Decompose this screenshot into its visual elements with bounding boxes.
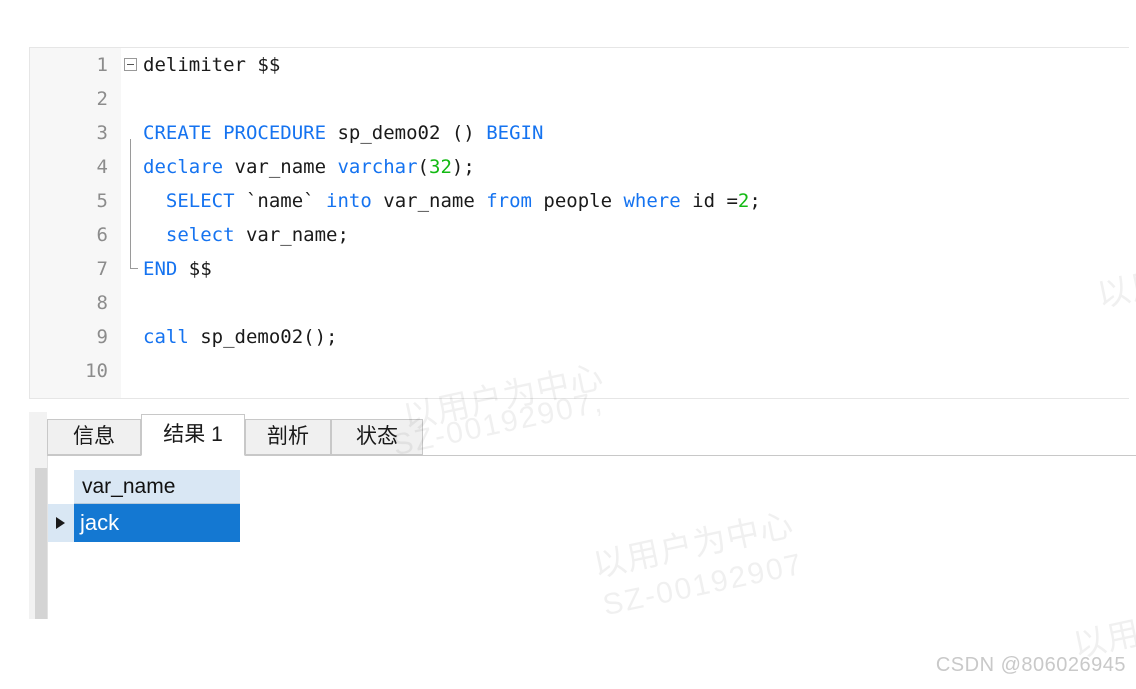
sql-editor-pane[interactable]: 1 delimiter $$ 2 3 CREATE PROCEDURE sp_demo0…	[29, 47, 1129, 399]
result-grid[interactable]: var_name jack	[47, 456, 1136, 619]
code-line[interactable]: 8	[30, 286, 1129, 320]
code-line[interactable]: 9 call sp_demo02();	[30, 320, 1129, 354]
code-token: people	[543, 190, 624, 212]
code-token: varchar	[337, 156, 418, 178]
code-token: from	[486, 190, 544, 212]
code-line[interactable]: 2	[30, 82, 1129, 116]
csdn-watermark: CSDN @806026945	[935, 654, 1126, 676]
current-row-arrow-icon	[56, 517, 65, 529]
code-token: 2	[737, 190, 750, 212]
result-tab-bar[interactable]: 信息 结果 1 剖析 状态	[47, 412, 1136, 456]
row-header-cell[interactable]	[48, 504, 74, 542]
code-token: ;	[749, 190, 761, 212]
code-line[interactable]: 5 SELECT `name` into var_name from peopl…	[30, 184, 1129, 218]
code-token: delimiter $$	[143, 54, 281, 76]
result-tab-1[interactable]: 结果 1	[141, 414, 245, 456]
code-token: select	[165, 224, 246, 246]
line-number: 9	[96, 326, 108, 348]
code-token: $$	[177, 258, 212, 280]
line-number: 10	[85, 360, 108, 382]
code-line[interactable]: 1 delimiter $$	[30, 48, 1129, 82]
code-token: SELECT	[165, 190, 246, 212]
line-number: 4	[96, 156, 108, 178]
code-token: (	[417, 156, 429, 178]
code-token: `name`	[245, 190, 327, 212]
line-number: 8	[96, 292, 108, 314]
code-token: declare	[143, 156, 235, 178]
code-line-text: call sp_demo02();	[143, 320, 337, 354]
code-token: var_name;	[245, 224, 349, 246]
panel-left-scroll-rail[interactable]	[35, 468, 47, 619]
fold-bracket-foot	[130, 268, 138, 269]
line-number: 7	[96, 258, 108, 280]
code-token: sp_demo02 ()	[337, 122, 487, 144]
code-line[interactable]: 6 select var_name;	[30, 218, 1129, 252]
code-token: call	[143, 326, 201, 348]
code-token: END	[143, 258, 178, 280]
line-number: 2	[96, 88, 108, 110]
line-number: 6	[96, 224, 108, 246]
code-token: CREATE PROCEDURE	[143, 122, 338, 144]
line-number: 1	[96, 54, 108, 76]
code-line[interactable]: 3 CREATE PROCEDURE sp_demo02 () BEGIN	[30, 116, 1129, 150]
fold-collapse-icon[interactable]	[124, 58, 137, 71]
result-tab-3[interactable]: 状态	[331, 419, 423, 455]
code-token: id =	[692, 190, 738, 212]
code-line[interactable]: 4 declare var_name varchar(32);	[30, 150, 1129, 184]
code-token: into	[326, 190, 384, 212]
column-header-var-name[interactable]: var_name	[82, 472, 175, 502]
code-token: sp_demo02();	[200, 326, 338, 348]
code-token: );	[451, 156, 475, 178]
result-panel: 信息 结果 1 剖析 状态 var_name jack	[29, 412, 1136, 619]
grid-header-row[interactable]: var_name	[74, 470, 240, 504]
table-row[interactable]: jack	[48, 504, 240, 542]
result-tab-0[interactable]: 信息	[47, 419, 141, 455]
result-tab-2[interactable]: 剖析	[245, 419, 331, 455]
code-token: 32	[429, 156, 452, 178]
code-line-text: CREATE PROCEDURE sp_demo02 () BEGIN	[143, 116, 543, 150]
code-line-text: END $$	[143, 252, 212, 286]
code-line-text: select var_name;	[143, 218, 349, 252]
code-token: BEGIN	[486, 122, 544, 144]
code-text-area[interactable]: 1 delimiter $$ 2 3 CREATE PROCEDURE sp_demo0…	[30, 48, 1129, 398]
code-line-text: declare var_name varchar(32);	[143, 150, 475, 184]
code-line[interactable]: 10	[30, 354, 1129, 388]
code-line-text: delimiter $$	[143, 48, 280, 82]
line-number: 3	[96, 122, 108, 144]
code-line-text: SELECT `name` into var_name from people …	[143, 184, 761, 218]
code-token: where	[623, 190, 693, 212]
grid-cell-var-name[interactable]: jack	[74, 504, 240, 542]
code-token: var_name	[234, 156, 338, 178]
line-number: 5	[96, 190, 108, 212]
fold-bracket-line	[130, 139, 131, 268]
code-line[interactable]: 7 END $$	[30, 252, 1129, 286]
code-token: var_name	[383, 190, 487, 212]
